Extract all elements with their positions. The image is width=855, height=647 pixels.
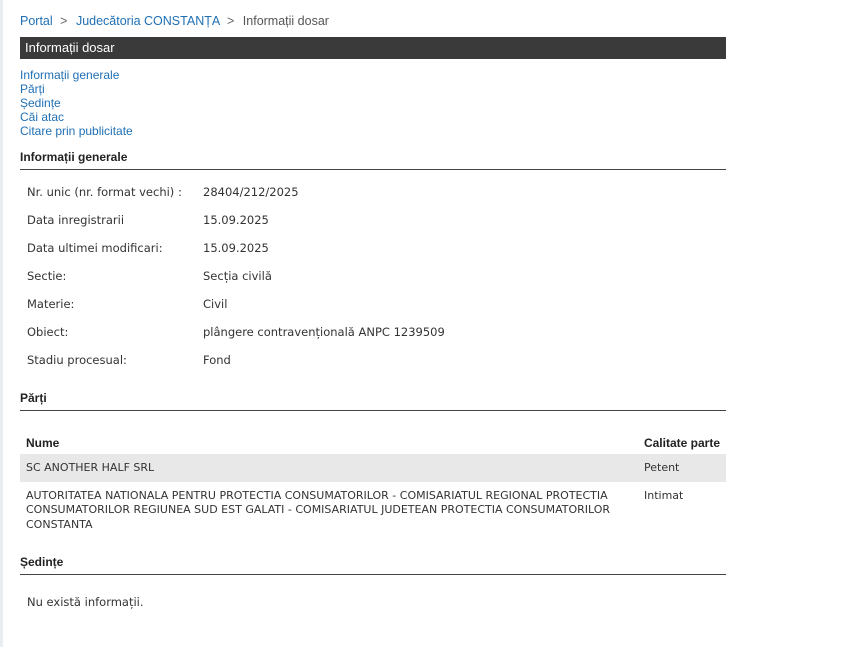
nav-link-parti[interactable]: Părți [20, 82, 726, 96]
general-info-table: Nr. unic (nr. format vechi) : 28404/212/… [20, 185, 726, 381]
breadcrumb-portal-link[interactable]: Portal [20, 14, 53, 28]
table-row: AUTORITATEA NATIONALA PENTRU PROTECTIA C… [20, 482, 726, 539]
breadcrumb-separator: > [227, 14, 235, 28]
parti-heading: Părți [20, 391, 726, 411]
info-value: Fond [203, 353, 231, 367]
nav-link-cai-atac[interactable]: Căi atac [20, 110, 726, 124]
info-row: Nr. unic (nr. format vechi) : 28404/212/… [20, 185, 726, 213]
info-label: Nr. unic (nr. format vechi) : [27, 185, 182, 199]
info-label: Data inregistrarii [27, 213, 125, 227]
breadcrumb-separator: > [60, 14, 68, 28]
info-label: Sectie: [27, 269, 67, 283]
breadcrumb-current: Informații dosar [242, 14, 329, 28]
party-role: Intimat [644, 488, 684, 502]
sedinte-heading: Ședințe [20, 555, 726, 575]
page-title: Informații dosar [20, 37, 726, 59]
info-value: Secția civilă [203, 269, 272, 283]
info-row: Data ultimei modificari: 15.09.2025 [20, 241, 726, 269]
info-row: Stadiu procesual: Fond [20, 353, 726, 381]
breadcrumb: Portal > Judecătoria CONSTANȚA > Informa… [20, 13, 726, 29]
info-label: Materie: [27, 297, 75, 311]
info-value: plângere contravențională ANPC 1239509 [203, 325, 445, 339]
case-info-page: Portal > Judecătoria CONSTANȚA > Informa… [20, 0, 726, 609]
left-edge-strip [0, 0, 3, 647]
info-label: Stadiu procesual: [27, 353, 127, 367]
nav-link-sedinte[interactable]: Ședințe [20, 96, 726, 110]
info-row: Sectie: Secția civilă [20, 269, 726, 297]
party-role: Petent [644, 461, 680, 474]
section-nav: Informații generale Părți Ședințe Căi at… [20, 68, 726, 138]
info-row: Data inregistrarii 15.09.2025 [20, 213, 726, 241]
nav-link-informatii-generale[interactable]: Informații generale [20, 68, 726, 82]
info-value: 15.09.2025 [203, 213, 269, 227]
parti-table: Nume Calitate parte SC ANOTHER HALF SRL … [20, 432, 726, 538]
info-label: Data ultimei modificari: [27, 241, 163, 255]
general-info-heading: Informații generale [20, 150, 726, 170]
info-value: 28404/212/2025 [203, 185, 299, 199]
info-value: 15.09.2025 [203, 241, 269, 255]
parti-table-header: Nume Calitate parte [20, 432, 726, 454]
info-row: Obiect: plângere contravențională ANPC 1… [20, 325, 726, 353]
info-row: Materie: Civil [20, 297, 726, 325]
breadcrumb-court-link[interactable]: Judecătoria CONSTANȚA [76, 14, 220, 28]
party-name: SC ANOTHER HALF SRL [26, 461, 155, 474]
info-label: Obiect: [27, 325, 69, 339]
party-name: AUTORITATEA NATIONALA PENTRU PROTECTIA C… [26, 488, 611, 531]
column-header-nume: Nume [26, 436, 60, 450]
sedinte-empty-message: Nu există informații. [27, 595, 144, 609]
nav-link-citare-publicitate[interactable]: Citare prin publicitate [20, 124, 726, 138]
info-value: Civil [203, 297, 228, 311]
column-header-calitate: Calitate parte [643, 436, 720, 450]
table-row: SC ANOTHER HALF SRL Petent [20, 454, 726, 482]
